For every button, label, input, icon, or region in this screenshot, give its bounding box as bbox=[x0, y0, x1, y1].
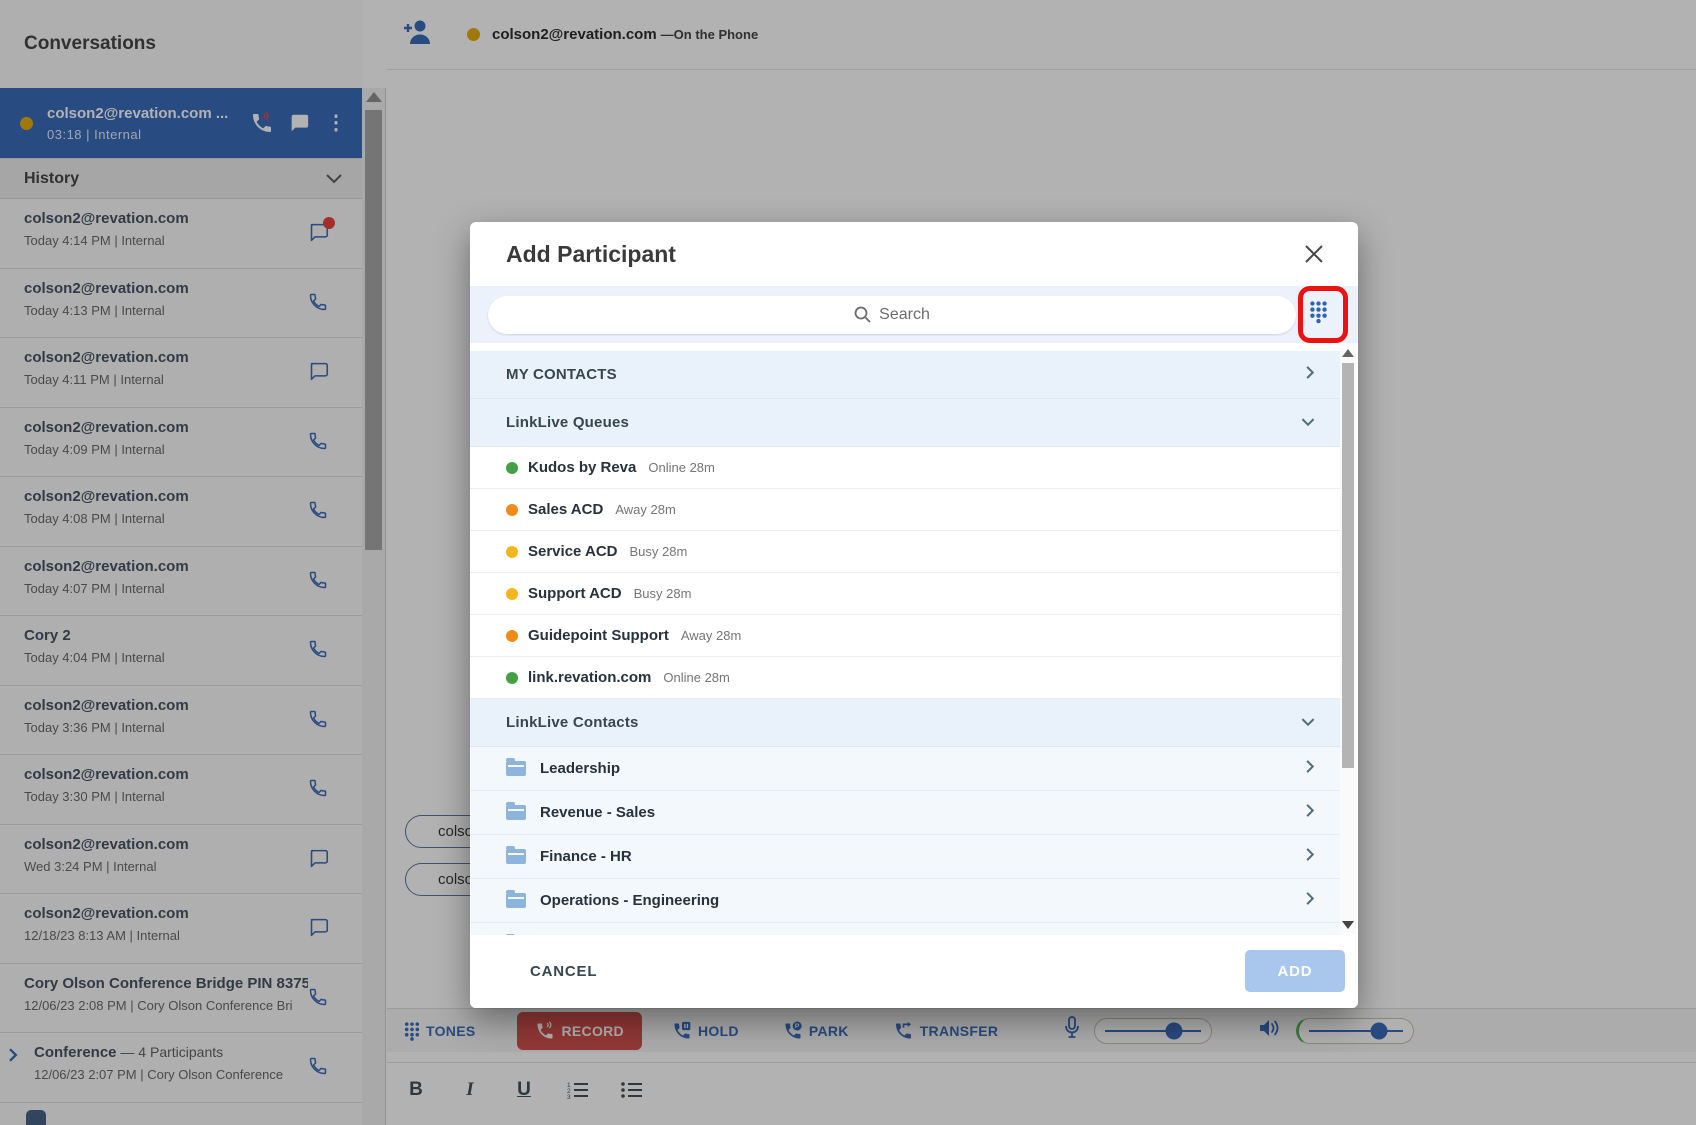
queue-name: link.revation.com bbox=[528, 669, 651, 686]
queue-row[interactable]: Guidepoint Support Away 28m bbox=[470, 615, 1340, 657]
linklive-contacts-section[interactable]: LinkLive Contacts bbox=[470, 699, 1340, 747]
search-band: Search bbox=[470, 286, 1358, 343]
modal-scrollbar-thumb[interactable] bbox=[1342, 363, 1354, 768]
queue-row[interactable]: Support ACD Busy 28m bbox=[470, 573, 1340, 615]
chevron-right-icon bbox=[1306, 847, 1315, 866]
chevron-right-icon bbox=[1306, 365, 1315, 384]
queue-status: Away 28m bbox=[681, 628, 741, 643]
queue-status: Busy 28m bbox=[630, 544, 688, 559]
dialog-footer: CANCEL ADD bbox=[470, 935, 1358, 1008]
scroll-up-arrow-icon[interactable] bbox=[1342, 349, 1354, 357]
presence-dot bbox=[506, 672, 518, 684]
scroll-down-arrow-icon[interactable] bbox=[1342, 921, 1354, 929]
presence-dot bbox=[506, 546, 518, 558]
queue-name: Support ACD bbox=[528, 585, 622, 602]
folder-icon bbox=[506, 805, 526, 820]
chevron-down-icon bbox=[1301, 414, 1315, 432]
my-contacts-label: MY CONTACTS bbox=[506, 366, 617, 383]
chevron-right-icon bbox=[1306, 759, 1315, 778]
close-icon[interactable] bbox=[1300, 240, 1328, 268]
modal-scrollbar[interactable] bbox=[1340, 343, 1356, 935]
search-input[interactable]: Search bbox=[488, 296, 1296, 334]
contact-folder-row[interactable]: Finance - HR bbox=[470, 835, 1340, 879]
chevron-right-icon bbox=[1306, 803, 1315, 822]
folder-name: Finance - HR bbox=[540, 848, 632, 865]
folder-icon bbox=[506, 893, 526, 908]
cancel-button[interactable]: CANCEL bbox=[530, 963, 597, 980]
my-contacts-section[interactable]: MY CONTACTS bbox=[470, 351, 1340, 399]
add-button[interactable]: ADD bbox=[1245, 950, 1345, 992]
queue-row[interactable]: Sales ACD Away 28m bbox=[470, 489, 1340, 531]
contact-folder-row[interactable]: Leadership bbox=[470, 747, 1340, 791]
queues-label: LinkLive Queues bbox=[506, 414, 629, 431]
queue-status: Busy 28m bbox=[634, 586, 692, 601]
folder-name: Revenue - Sales bbox=[540, 804, 655, 821]
queue-status: Online 28m bbox=[648, 460, 714, 475]
queue-name: Guidepoint Support bbox=[528, 627, 669, 644]
presence-dot bbox=[506, 504, 518, 516]
presence-dot bbox=[506, 588, 518, 600]
app-window: Conversations colson2@revation.com ... 0… bbox=[0, 0, 1696, 1125]
queue-status: Away 28m bbox=[615, 502, 675, 517]
search-placeholder: Search bbox=[879, 306, 930, 324]
contact-folder-row[interactable]: Operations - Engineering bbox=[470, 879, 1340, 923]
queue-status: Online 28m bbox=[663, 670, 729, 685]
search-icon bbox=[854, 306, 871, 323]
queue-row[interactable]: Kudos by Reva Online 28m bbox=[470, 447, 1340, 489]
contacts-list: MY CONTACTS LinkLive Queues Kudos by Rev… bbox=[470, 343, 1340, 935]
folder-icon bbox=[506, 761, 526, 776]
queue-row[interactable]: Service ACD Busy 28m bbox=[470, 531, 1340, 573]
contacts-label: LinkLive Contacts bbox=[506, 714, 639, 731]
queue-name: Sales ACD bbox=[528, 501, 603, 518]
dialpad-icon[interactable] bbox=[1310, 301, 1327, 328]
contact-folder-row[interactable]: Revenue - Sales bbox=[470, 791, 1340, 835]
presence-dot bbox=[506, 462, 518, 474]
folder-icon bbox=[506, 849, 526, 864]
queue-name: Service ACD bbox=[528, 543, 618, 560]
linklive-queues-section[interactable]: LinkLive Queues bbox=[470, 399, 1340, 447]
presence-dot bbox=[506, 630, 518, 642]
dialog-title: Add Participant bbox=[506, 241, 1300, 268]
add-participant-dialog: Add Participant Search MY CONTACTS bbox=[470, 222, 1358, 1008]
chevron-down-icon bbox=[1301, 714, 1315, 732]
chevron-right-icon bbox=[1306, 891, 1315, 910]
queue-name: Kudos by Reva bbox=[528, 459, 636, 476]
folder-name: Leadership bbox=[540, 760, 620, 777]
queue-row[interactable]: link.revation.com Online 28m bbox=[470, 657, 1340, 699]
contact-folder-row-partial[interactable] bbox=[470, 923, 1340, 935]
folder-name: Operations - Engineering bbox=[540, 892, 719, 909]
